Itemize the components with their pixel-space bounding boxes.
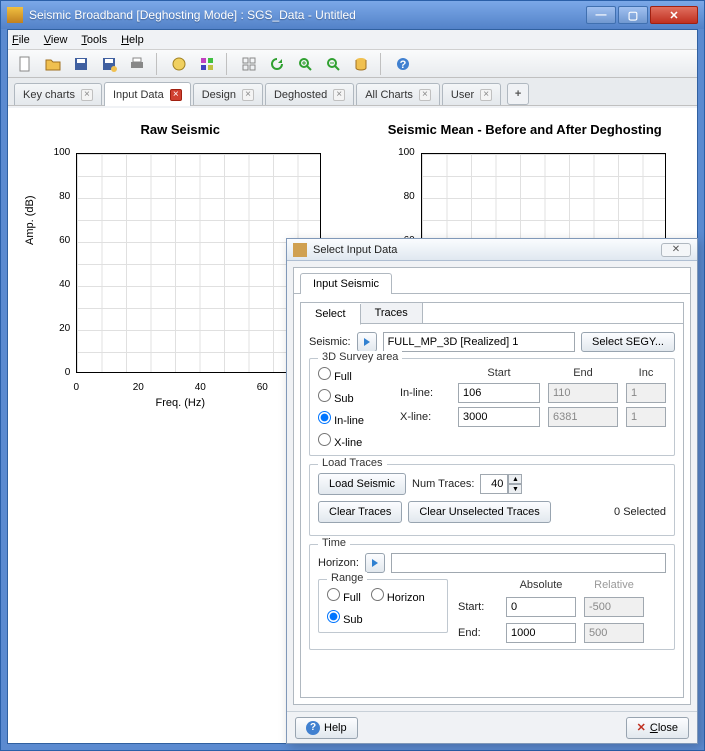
close-icon[interactable]: × <box>419 89 431 101</box>
tab-select[interactable]: Select <box>301 304 361 325</box>
help-icon: ? <box>306 721 320 735</box>
xline-inc-input <box>626 407 666 427</box>
selected-count: 0 Selected <box>614 506 666 518</box>
inline-start-input[interactable] <box>458 383 540 403</box>
maximize-button[interactable]: ▢ <box>618 6 648 24</box>
menu-help[interactable]: Help <box>121 34 144 46</box>
range-sub-radio[interactable]: Sub <box>327 614 363 626</box>
start-rel-input <box>584 597 644 617</box>
inline-end-input <box>548 383 618 403</box>
zoom-out-icon[interactable] <box>322 53 344 75</box>
titlebar[interactable]: Seismic Broadband [Deghosting Mode] : SG… <box>1 1 704 29</box>
minimize-button[interactable]: — <box>586 6 616 24</box>
clear-unselected-button[interactable]: Clear Unselected Traces <box>408 501 550 523</box>
grid-icon[interactable] <box>238 53 260 75</box>
load-traces-group: Load Traces Load Seismic Num Traces: ▲▼ <box>309 464 675 536</box>
inline-inc-input <box>626 383 666 403</box>
close-icon: ✕ <box>637 721 646 734</box>
range-group: Range Full Horizon Sub <box>318 579 448 633</box>
close-button[interactable]: ✕Close <box>626 717 689 739</box>
close-icon[interactable]: × <box>242 89 254 101</box>
dialog-titlebar[interactable]: Select Input Data ✕ <box>287 239 697 261</box>
app-icon <box>7 7 23 23</box>
close-button[interactable]: ✕ <box>650 6 698 24</box>
xline-start-input[interactable] <box>458 407 540 427</box>
time-group: Time Horizon: Range Full <box>309 544 675 650</box>
dialog-close-button[interactable]: ✕ <box>661 243 691 257</box>
dialog-outer-tabs: Input Seismic Select Traces Seismic: Sel… <box>293 267 691 705</box>
dialog-inner-tabs: Select Traces Seismic: Select SEGY... 3D… <box>300 302 684 698</box>
save-icon[interactable] <box>70 53 92 75</box>
horizon-picker-button[interactable] <box>365 553 385 573</box>
x-axis-label: Freq. (Hz) <box>156 397 206 409</box>
chart-title: Seismic Mean - Before and After Deghosti… <box>363 122 688 137</box>
dialog-title: Select Input Data <box>313 244 661 256</box>
tab-input-data[interactable]: Input Data× <box>104 82 191 106</box>
select-segy-button[interactable]: Select SEGY... <box>581 332 675 352</box>
chart-title: Raw Seismic <box>18 122 343 137</box>
new-icon[interactable] <box>14 53 36 75</box>
data-icon[interactable] <box>350 53 372 75</box>
window-title: Seismic Broadband [Deghosting Mode] : SG… <box>29 8 586 22</box>
menubar: File View Tools Help <box>8 30 697 50</box>
horizon-input[interactable] <box>391 553 666 573</box>
tab-key-charts[interactable]: Key charts× <box>14 83 102 105</box>
close-icon[interactable]: × <box>480 89 492 101</box>
print-icon[interactable] <box>126 53 148 75</box>
xline-end-input <box>548 407 618 427</box>
tab-deghosted[interactable]: Deghosted× <box>265 83 354 105</box>
refresh-icon[interactable] <box>266 53 288 75</box>
save-as-icon[interactable] <box>98 53 120 75</box>
clear-traces-button[interactable]: Clear Traces <box>318 501 402 523</box>
open-icon[interactable] <box>42 53 64 75</box>
toolbar: ? <box>8 50 697 78</box>
end-rel-input <box>584 623 644 643</box>
dialog-icon <box>293 243 307 257</box>
tab-traces[interactable]: Traces <box>361 303 423 323</box>
seismic-input[interactable] <box>383 332 575 352</box>
survey-xline-radio[interactable]: X-line <box>318 433 384 449</box>
close-icon[interactable]: × <box>333 89 345 101</box>
plot-area[interactable] <box>76 153 321 373</box>
select-input-data-dialog: Select Input Data ✕ Input Seismic Select… <box>286 238 698 744</box>
menu-file[interactable]: File <box>12 34 30 46</box>
add-tab-button[interactable]: + <box>507 83 529 105</box>
zoom-in-icon[interactable] <box>294 53 316 75</box>
survey-area-group: 3D Survey area Full Sub In-line X-line <box>309 358 675 456</box>
menu-view[interactable]: View <box>44 34 68 46</box>
wizard-icon[interactable] <box>168 53 190 75</box>
tab-design[interactable]: Design× <box>193 83 263 105</box>
seismic-label: Seismic: <box>309 336 351 348</box>
range-full-radio[interactable]: Full <box>327 588 361 604</box>
help-button[interactable]: ?Help <box>295 717 358 739</box>
tab-input-seismic[interactable]: Input Seismic <box>300 273 392 294</box>
num-traces-spinner[interactable]: ▲▼ <box>480 474 522 494</box>
survey-inline-radio[interactable]: In-line <box>318 411 384 427</box>
svg-text:?: ? <box>400 59 407 71</box>
tab-all-charts[interactable]: All Charts× <box>356 83 440 105</box>
load-seismic-button[interactable]: Load Seismic <box>318 473 406 495</box>
plugin-icon[interactable] <box>196 53 218 75</box>
close-icon[interactable]: × <box>81 89 93 101</box>
close-icon[interactable]: × <box>170 89 182 101</box>
help-icon[interactable]: ? <box>392 53 414 75</box>
survey-full-radio[interactable]: Full <box>318 367 384 383</box>
end-abs-input[interactable] <box>506 623 576 643</box>
tab-user[interactable]: User× <box>442 83 501 105</box>
seismic-picker-button[interactable] <box>357 332 377 352</box>
document-tabs: Key charts× Input Data× Design× Deghoste… <box>8 78 697 106</box>
range-horizon-radio[interactable]: Horizon <box>371 588 425 604</box>
menu-tools[interactable]: Tools <box>81 34 107 46</box>
start-abs-input[interactable] <box>506 597 576 617</box>
survey-sub-radio[interactable]: Sub <box>318 389 384 405</box>
